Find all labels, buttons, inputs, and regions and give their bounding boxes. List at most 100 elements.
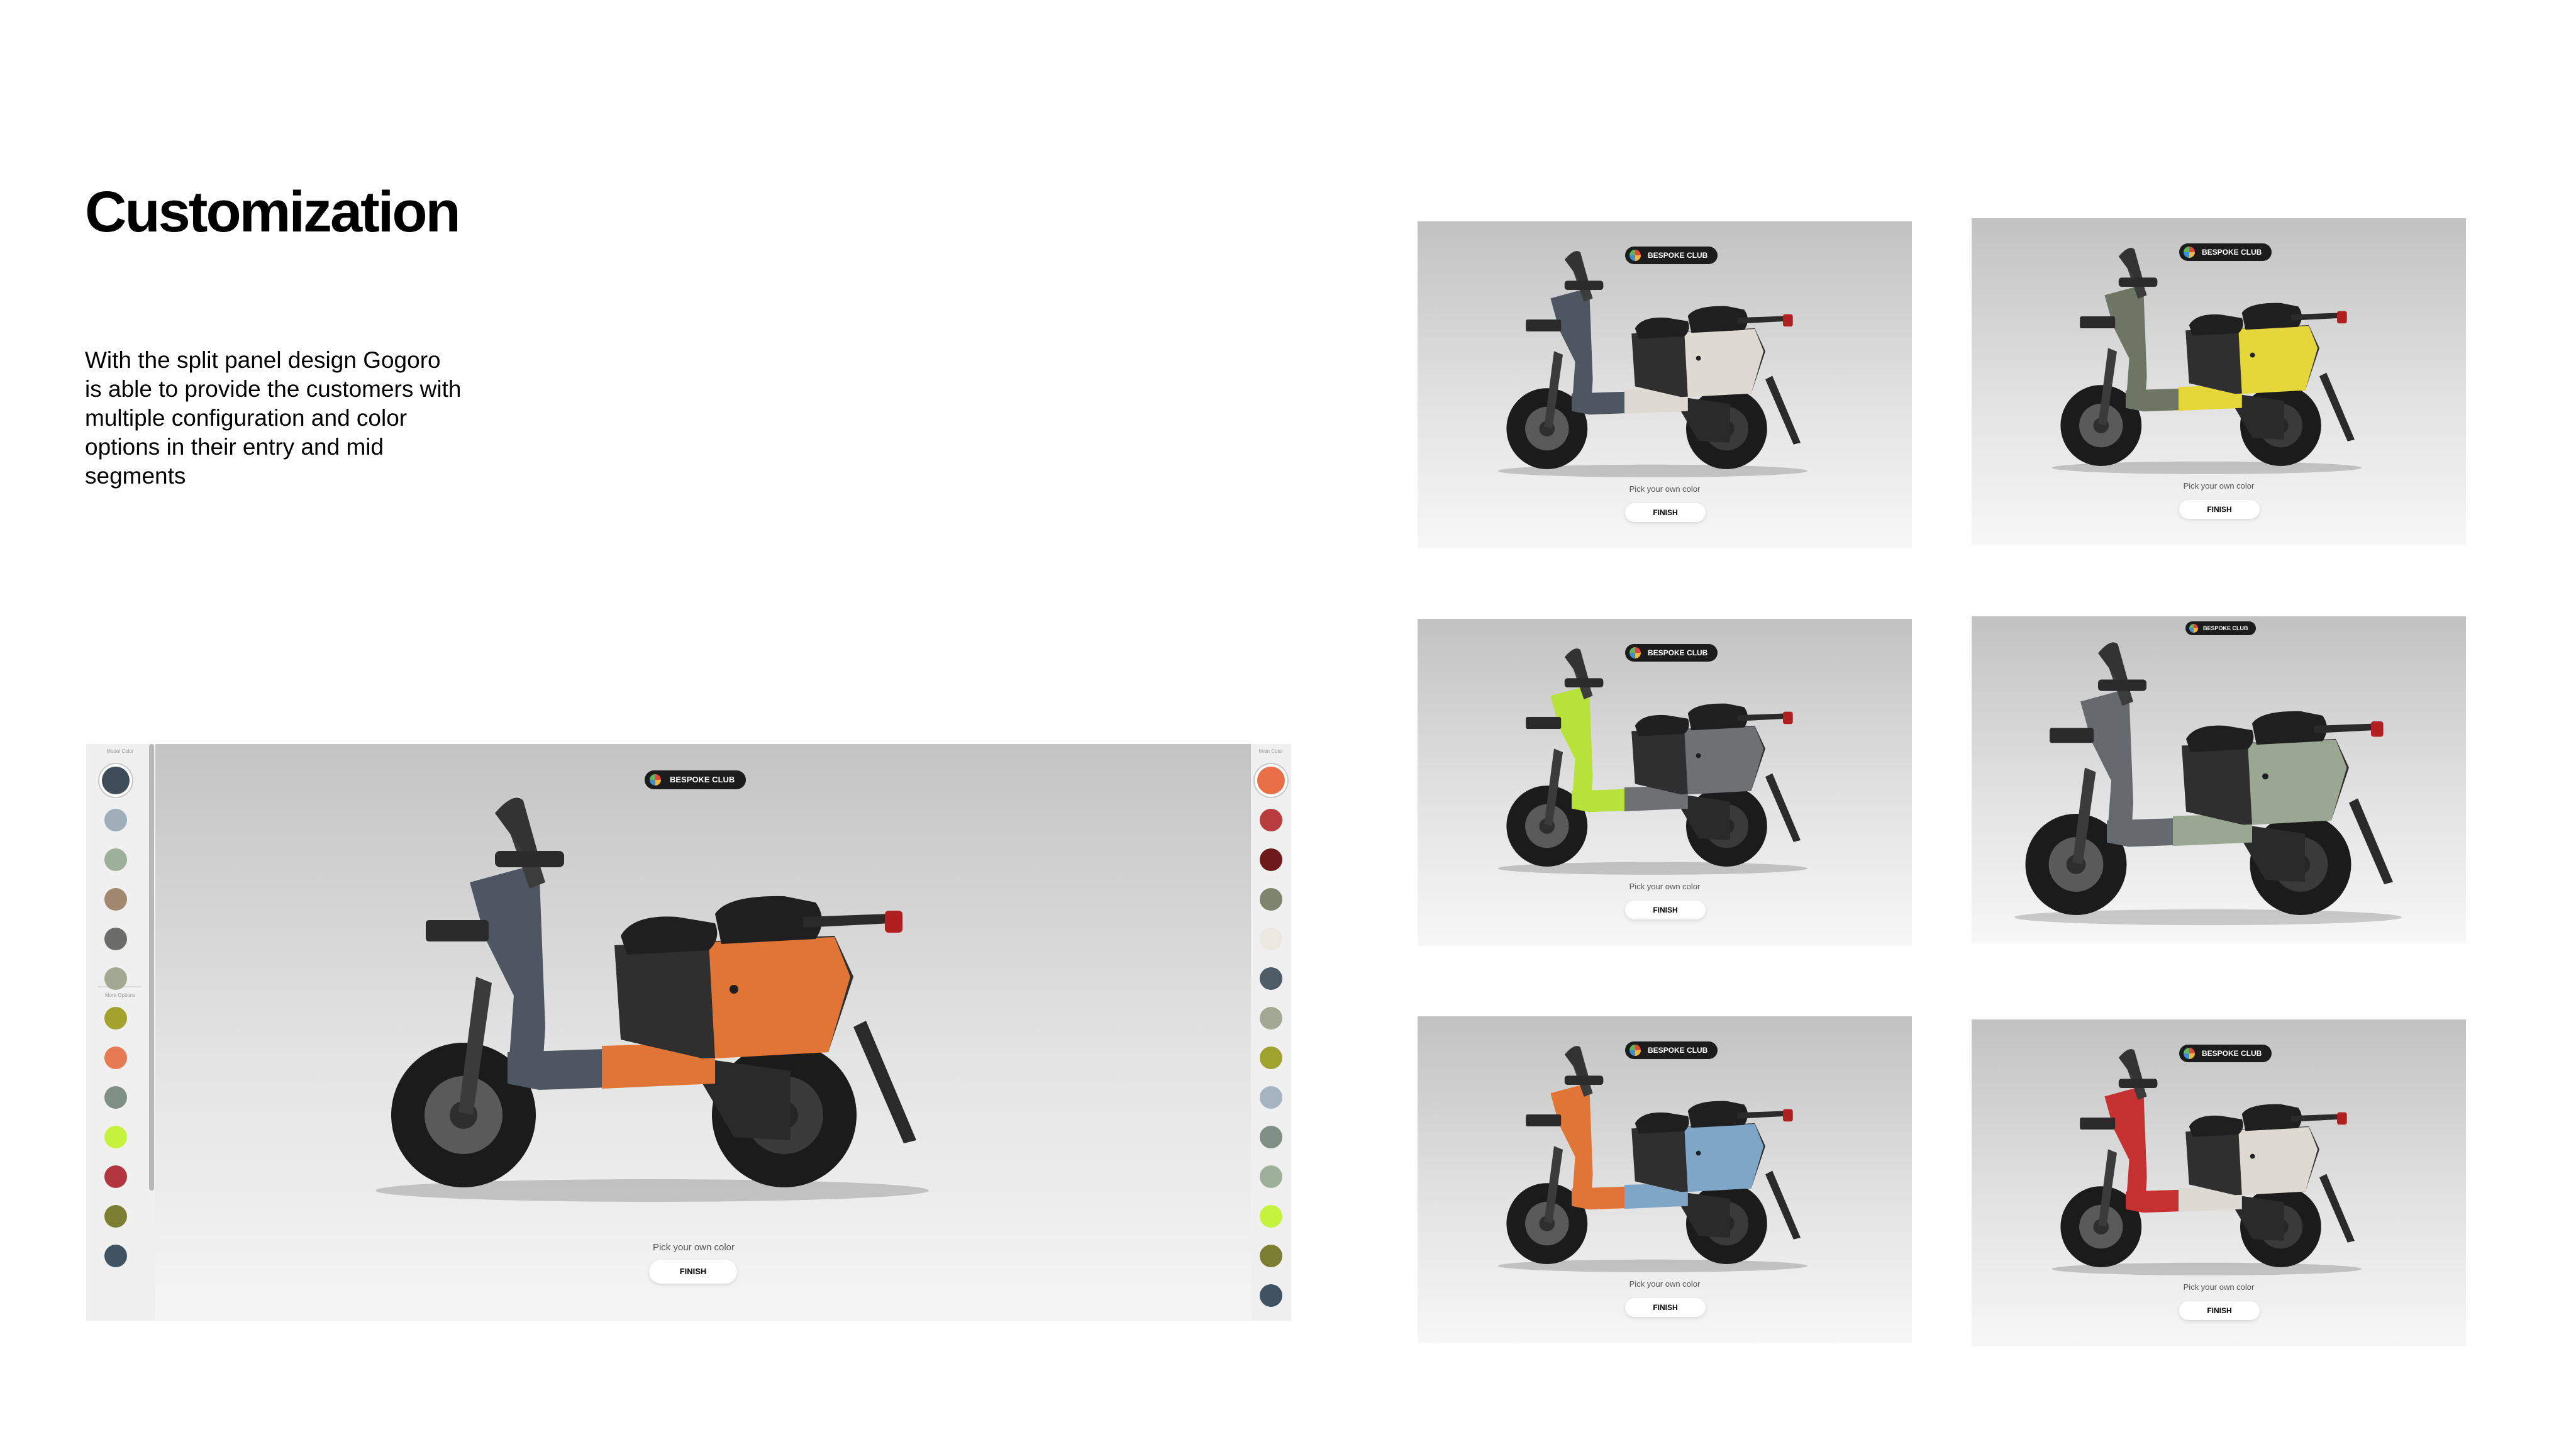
color-swatch[interactable]	[104, 1007, 127, 1030]
scooter-preview	[2051, 1049, 2362, 1275]
panel-button	[1696, 355, 1701, 361]
front-carrier	[2080, 1118, 2116, 1130]
finish-button[interactable]: FINISH	[649, 1260, 737, 1284]
rear-stand	[2319, 1174, 2355, 1243]
color-swatch[interactable]	[1260, 1205, 1282, 1228]
color-swatch[interactable]	[1260, 1126, 1282, 1148]
front-seat	[1635, 714, 1689, 736]
color-swatch[interactable]	[1260, 928, 1282, 950]
panel-button	[2262, 773, 2268, 780]
tail-light	[1783, 711, 1793, 724]
front-seat	[1635, 1112, 1689, 1134]
side-panel	[1684, 329, 1764, 397]
model-color-label: Model Color	[106, 748, 134, 754]
panel-button	[2250, 352, 2255, 358]
color-swatch[interactable]	[104, 809, 127, 831]
rear-stand	[1765, 773, 1801, 842]
page-title: Customization	[85, 180, 461, 244]
rear-stand	[1765, 1170, 1801, 1240]
rear-stand	[2349, 798, 2393, 884]
bespoke-club-badge: BESPOKE CLUB	[645, 770, 747, 789]
color-swatch[interactable]	[104, 1205, 127, 1228]
color-swatch[interactable]	[1260, 1086, 1282, 1109]
variant-thumbnail: BESPOKE CLUB	[1972, 616, 2466, 943]
front-seat	[2189, 1115, 2243, 1137]
main-color-panel: Main Color	[1251, 744, 1291, 1321]
tail-light	[2337, 1112, 2347, 1125]
variant-thumbnail: BESPOKE CLUB Pick your own color FINISH	[1418, 1016, 1912, 1343]
handlebar	[2098, 679, 2146, 691]
panel-button	[1696, 1150, 1701, 1156]
front-carrier	[426, 920, 489, 941]
handlebar	[1564, 678, 1604, 687]
panel-scrollbar[interactable]	[149, 744, 154, 1191]
front-seat	[2186, 725, 2254, 752]
tail-light	[2371, 721, 2384, 737]
front-carrier	[2080, 316, 2116, 329]
color-swatch[interactable]	[104, 888, 127, 911]
variant-thumbnail: BESPOKE CLUB Pick your own color FINISH	[1418, 619, 1912, 946]
panel-button	[1696, 753, 1701, 758]
scooter-preview	[1497, 648, 1808, 875]
handlebar	[1564, 1075, 1604, 1085]
finish-button[interactable]: FINISH	[1625, 503, 1706, 522]
side-panel	[2238, 326, 2318, 394]
color-swatch[interactable]	[1260, 1165, 1282, 1188]
color-swatch[interactable]	[102, 767, 130, 794]
pick-color-prompt: Pick your own color	[1629, 484, 1701, 494]
color-swatch[interactable]	[1260, 1007, 1282, 1030]
page-description: With the split panel design Gogoro is ab…	[85, 347, 462, 489]
finish-button[interactable]: FINISH	[2179, 500, 2260, 519]
scooter-preview	[2051, 248, 2362, 474]
rear-stand	[853, 1021, 916, 1143]
side-panel	[1684, 1124, 1764, 1192]
panel-button	[2250, 1153, 2255, 1159]
variant-thumbnail: BESPOKE CLUB Pick your own color FINISH	[1972, 218, 2466, 545]
main-color-label: Main Color	[1258, 748, 1284, 754]
color-swatch[interactable]	[104, 1245, 127, 1267]
more-options-label: More Options	[104, 992, 136, 998]
color-swatch[interactable]	[104, 1126, 127, 1148]
pick-color-prompt: Pick your own color	[652, 1242, 735, 1253]
pick-color-prompt: Pick your own color	[2183, 1282, 2255, 1292]
front-seat	[621, 916, 718, 955]
scooter-preview	[1497, 251, 1808, 477]
color-swatch[interactable]	[1260, 967, 1282, 990]
color-swatch[interactable]	[1260, 888, 1282, 911]
color-swatch[interactable]	[1260, 1245, 1282, 1267]
front-carrier	[1526, 1114, 1562, 1127]
color-swatch[interactable]	[104, 1086, 127, 1109]
bespoke-club-logo-icon	[650, 774, 661, 786]
front-seat	[1635, 317, 1689, 339]
handlebar	[2118, 277, 2158, 287]
color-swatch[interactable]	[1260, 848, 1282, 871]
scooter-preview	[375, 797, 929, 1202]
scooter-preview	[1497, 1046, 1808, 1272]
side-panel	[1684, 726, 1764, 795]
color-swatch[interactable]	[1257, 767, 1285, 794]
pick-color-prompt: Pick your own color	[1629, 1279, 1701, 1289]
color-swatch[interactable]	[104, 967, 127, 990]
finish-button[interactable]: FINISH	[1625, 1298, 1706, 1317]
finish-button[interactable]: FINISH	[1625, 901, 1706, 919]
side-panel	[2238, 1127, 2318, 1196]
bespoke-club-logo-icon	[2189, 624, 2198, 633]
front-carrier	[1526, 717, 1562, 730]
badge-label: BESPOKE CLUB	[670, 775, 735, 784]
color-swatch[interactable]	[104, 928, 127, 950]
tail-light	[2337, 311, 2347, 324]
color-swatch[interactable]	[104, 1046, 127, 1069]
color-swatch[interactable]	[104, 1165, 127, 1188]
pick-color-prompt: Pick your own color	[2183, 481, 2255, 491]
color-swatch[interactable]	[1260, 809, 1282, 831]
color-swatch[interactable]	[1260, 1046, 1282, 1069]
finish-button[interactable]: FINISH	[2179, 1301, 2260, 1320]
color-swatch[interactable]	[1260, 1284, 1282, 1307]
variant-thumbnail: BESPOKE CLUB Pick your own color FINISH	[1418, 221, 1912, 548]
color-swatch[interactable]	[104, 848, 127, 871]
configurator-screen: Model Color More Options Main Color BESP…	[86, 744, 1291, 1321]
front-carrier	[1526, 319, 1562, 332]
variant-thumbnail: BESPOKE CLUB Pick your own color FINISH	[1972, 1019, 2466, 1346]
side-panel	[709, 937, 850, 1058]
panel-button	[730, 985, 738, 994]
